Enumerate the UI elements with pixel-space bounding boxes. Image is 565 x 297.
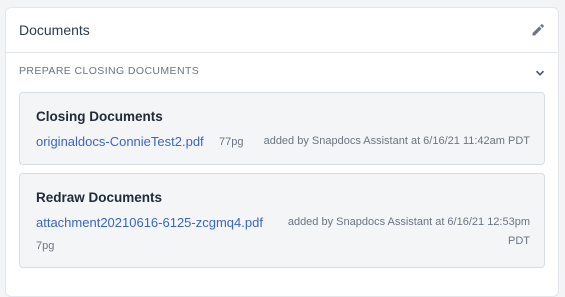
panel-title: Documents (19, 22, 90, 38)
card-title: Redraw Documents (36, 190, 163, 205)
section-title: PREPARE CLOSING DOCUMENTS (19, 65, 200, 77)
section-header-prepare-closing-documents[interactable]: PREPARE CLOSING DOCUMENTS (6, 53, 558, 93)
document-card: Closing Documents originaldocs-ConnieTes… (19, 92, 545, 165)
added-by-line: added by Snapdocs Assistant at 6/16/21 1… (287, 216, 530, 228)
document-link[interactable]: attachment20210616-6125-zcgmq4.pdf (36, 215, 263, 230)
page-count: 77pg (219, 136, 244, 148)
added-by-text: added by Snapdocs Assistant at 6/16/21 1… (263, 135, 530, 147)
chevron-down-icon[interactable] (535, 65, 545, 76)
document-link[interactable]: originaldocs-ConnieTest2.pdf (36, 134, 204, 149)
documents-panel: Documents PREPARE CLOSING DOCUMENTS Clos… (5, 7, 559, 297)
pencil-icon[interactable] (530, 22, 546, 38)
page-count: 7pg (36, 240, 55, 252)
added-by-line: PDT (508, 235, 530, 247)
panel-header: Documents (6, 8, 558, 53)
added-by-text: added by Snapdocs Assistant at 6/16/21 1… (288, 213, 530, 251)
document-card: Redraw Documents attachment20210616-6125… (19, 173, 545, 268)
card-title: Closing Documents (36, 109, 163, 124)
